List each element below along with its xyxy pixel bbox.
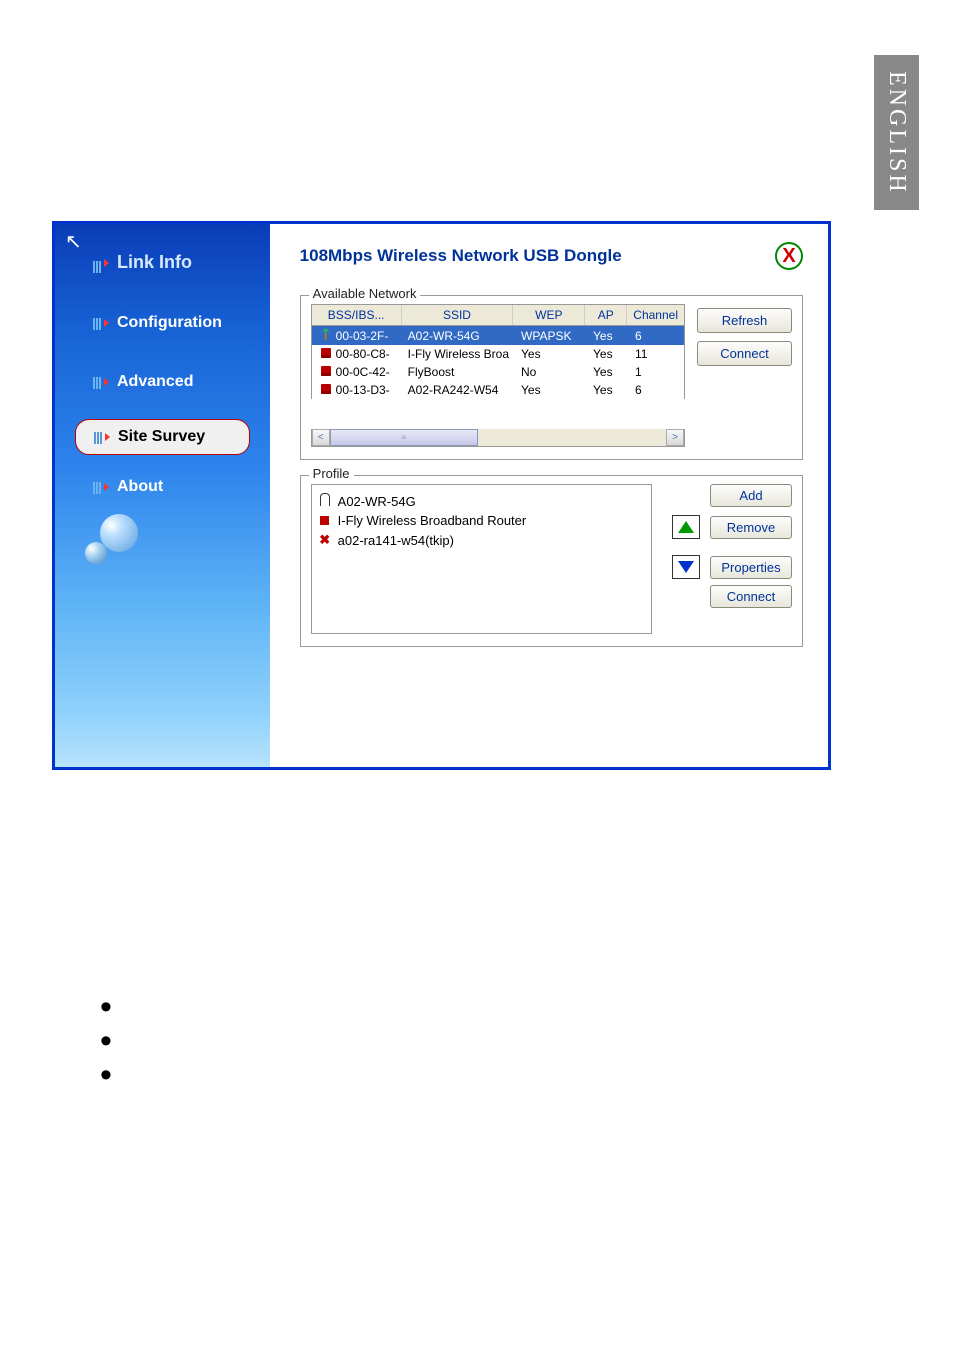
profile-item[interactable]: A02-WR-54G <box>318 491 645 511</box>
scroll-right-button[interactable]: > <box>666 429 684 446</box>
nav-label: About <box>117 478 163 496</box>
available-network-legend: Available Network <box>309 286 421 301</box>
nav-label: Link Info <box>117 252 192 273</box>
nav-about[interactable]: About <box>55 470 270 504</box>
nav-icon <box>93 375 107 389</box>
connect-profile-button[interactable]: Connect <box>710 585 792 608</box>
col-bss[interactable]: BSS/IBS... <box>312 305 402 325</box>
network-list-body: 00-03-2F- A02-WR-54G WPAPSK Yes 6 00-80-… <box>311 326 685 399</box>
app-title: 108Mbps Wireless Network USB Dongle <box>300 246 622 266</box>
app-window: ↖ Link Info Configuration Advanced Site … <box>52 221 831 770</box>
nav-link-info[interactable]: Link Info <box>55 244 270 281</box>
language-tab: ENGLISH <box>874 55 919 210</box>
nav-icon <box>93 480 107 494</box>
computer-icon <box>318 365 334 379</box>
network-list-header: BSS/IBS... SSID WEP AP Channel <box>311 304 685 326</box>
available-network-group: Available Network BSS/IBS... SSID WEP AP… <box>300 295 803 460</box>
nav-label: Configuration <box>117 314 222 332</box>
nav-advanced[interactable]: Advanced <box>55 365 270 399</box>
antenna-icon <box>318 493 332 509</box>
profile-label: A02-WR-54G <box>338 494 416 509</box>
scroll-left-button[interactable]: < <box>312 429 330 446</box>
move-down-button[interactable] <box>672 555 700 579</box>
profile-item[interactable]: I-Fly Wireless Broadband Router <box>318 511 645 530</box>
network-row[interactable]: 00-03-2F- A02-WR-54G WPAPSK Yes 6 <box>312 326 684 345</box>
profile-item[interactable]: ✖ a02-ra141-w54(tkip) <box>318 530 645 550</box>
computer-icon <box>318 383 334 397</box>
disabled-icon: ✖ <box>318 532 332 548</box>
col-ssid[interactable]: SSID <box>402 305 514 325</box>
nav-icon <box>93 256 107 270</box>
network-row[interactable]: 00-80-C8- I-Fly Wireless Broa Yes Yes 11 <box>312 345 684 363</box>
remove-profile-button[interactable]: Remove <box>710 516 792 539</box>
profile-group: Profile A02-WR-54G I-Fly Wireless Broadb… <box>300 475 803 647</box>
properties-button[interactable]: Properties <box>710 556 792 579</box>
arrow-up-icon <box>678 521 694 533</box>
add-profile-button[interactable]: Add <box>710 484 792 507</box>
network-row[interactable]: 00-0C-42- FlyBoost No Yes 1 <box>312 363 684 381</box>
bullet-list: ••• <box>100 990 112 1092</box>
network-list[interactable]: BSS/IBS... SSID WEP AP Channel 00-03-2F-… <box>311 304 685 447</box>
sidebar: ↖ Link Info Configuration Advanced Site … <box>55 224 270 767</box>
computer-icon <box>318 347 334 361</box>
connect-network-button[interactable]: Connect <box>697 341 792 366</box>
scroll-thumb[interactable]: ≡ <box>330 429 478 446</box>
nav-site-survey[interactable]: Site Survey <box>75 419 250 455</box>
antenna-icon <box>318 328 334 343</box>
refresh-button[interactable]: Refresh <box>697 308 792 333</box>
nav-label: Advanced <box>117 373 193 391</box>
profile-list[interactable]: A02-WR-54G I-Fly Wireless Broadband Rout… <box>311 484 652 634</box>
profile-label: I-Fly Wireless Broadband Router <box>338 513 527 528</box>
arrow-down-icon <box>678 561 694 573</box>
nav-label: Site Survey <box>118 428 205 446</box>
profile-label: a02-ra141-w54(tkip) <box>338 533 454 548</box>
col-channel[interactable]: Channel <box>627 305 684 325</box>
col-wep[interactable]: WEP <box>513 305 585 325</box>
network-row[interactable]: 00-13-D3- A02-RA242-W54 Yes Yes 6 <box>312 381 684 399</box>
col-ap[interactable]: AP <box>585 305 627 325</box>
computer-icon <box>318 513 332 528</box>
profile-legend: Profile <box>309 466 354 481</box>
nav-icon <box>93 316 107 330</box>
horizontal-scrollbar[interactable]: < ≡ > <box>311 429 685 447</box>
scroll-track[interactable]: ≡ <box>330 429 666 446</box>
nav-icon <box>94 430 108 444</box>
nav-configuration[interactable]: Configuration <box>55 306 270 340</box>
main-panel: 108Mbps Wireless Network USB Dongle X Av… <box>270 224 828 767</box>
move-up-button[interactable] <box>672 515 700 539</box>
close-button[interactable]: X <box>775 242 803 270</box>
